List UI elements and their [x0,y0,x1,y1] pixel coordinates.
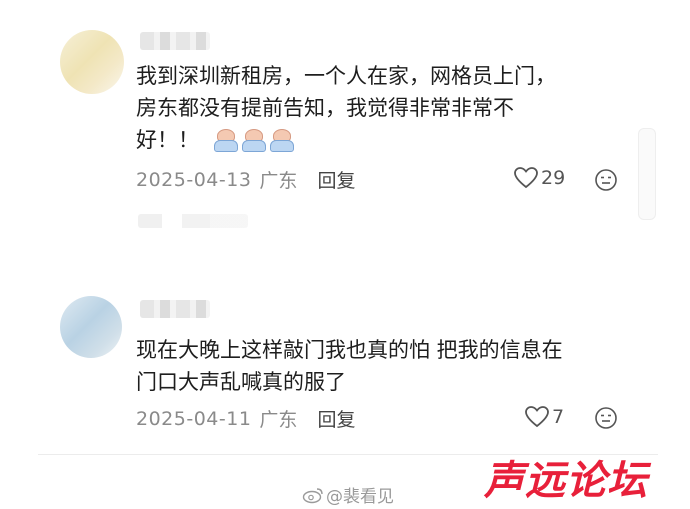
heart-outline-icon [525,406,549,428]
sub-reply-preview-blurred [138,214,248,228]
crying-emoji-icon [213,129,239,153]
heart-outline-icon [514,167,538,189]
comment-line-text: 好！！ [136,128,199,152]
emoji-reaction-icon[interactable] [594,406,618,430]
side-panel-edge [638,128,656,220]
comment-line: 现在大晚上这样敲门我也真的怕 把我的信息在 [136,338,563,362]
comment-text: 现在大晚上这样敲门我也真的怕 把我的信息在 门口大声乱喊真的服了 [136,334,616,398]
comment-line: 我到深圳新租房，一个人在家，网格员上门， [136,64,556,88]
commenter-name-blurred[interactable] [140,300,210,318]
comment-region: 广东 [259,409,298,431]
like-count: 7 [552,406,565,428]
commenter-avatar[interactable] [60,30,124,94]
reply-button[interactable]: 回复 [317,166,355,193]
section-divider [38,454,658,455]
comment-line: 房东都没有提前告知，我觉得非常非常不 [136,96,514,120]
like-count: 29 [541,167,566,189]
emoji-reaction-icon[interactable] [594,168,618,192]
crying-emoji-icon [241,129,267,153]
comment-region: 广东 [259,170,298,192]
comment-meta: 2025-04-11 广东 回复 [136,405,355,432]
comment-meta: 2025-04-13 广东 回复 [136,166,355,193]
like-button[interactable]: 7 [524,405,564,429]
commenter-avatar[interactable] [60,296,122,358]
commenter-name-blurred[interactable] [140,32,210,50]
watermark-text: @裴看见 [326,487,394,507]
comment-text: 我到深圳新租房，一个人在家，网格员上门， 房东都没有提前告知，我觉得非常非常不 … [136,60,616,156]
reply-button[interactable]: 回复 [317,405,355,432]
comment-date: 2025-04-13 [136,168,252,191]
comment-line: 好！！ [136,124,616,156]
comment-line: 门口大声乱喊真的服了 [136,370,346,394]
like-button[interactable]: 29 [513,166,565,190]
crying-emoji-icon [269,129,295,153]
emoji-group [213,129,295,153]
watermark: @裴看见 [302,482,394,507]
weibo-icon [302,487,323,503]
comment-date: 2025-04-11 [136,407,252,430]
brand-logo: 声远论坛 [484,458,648,504]
